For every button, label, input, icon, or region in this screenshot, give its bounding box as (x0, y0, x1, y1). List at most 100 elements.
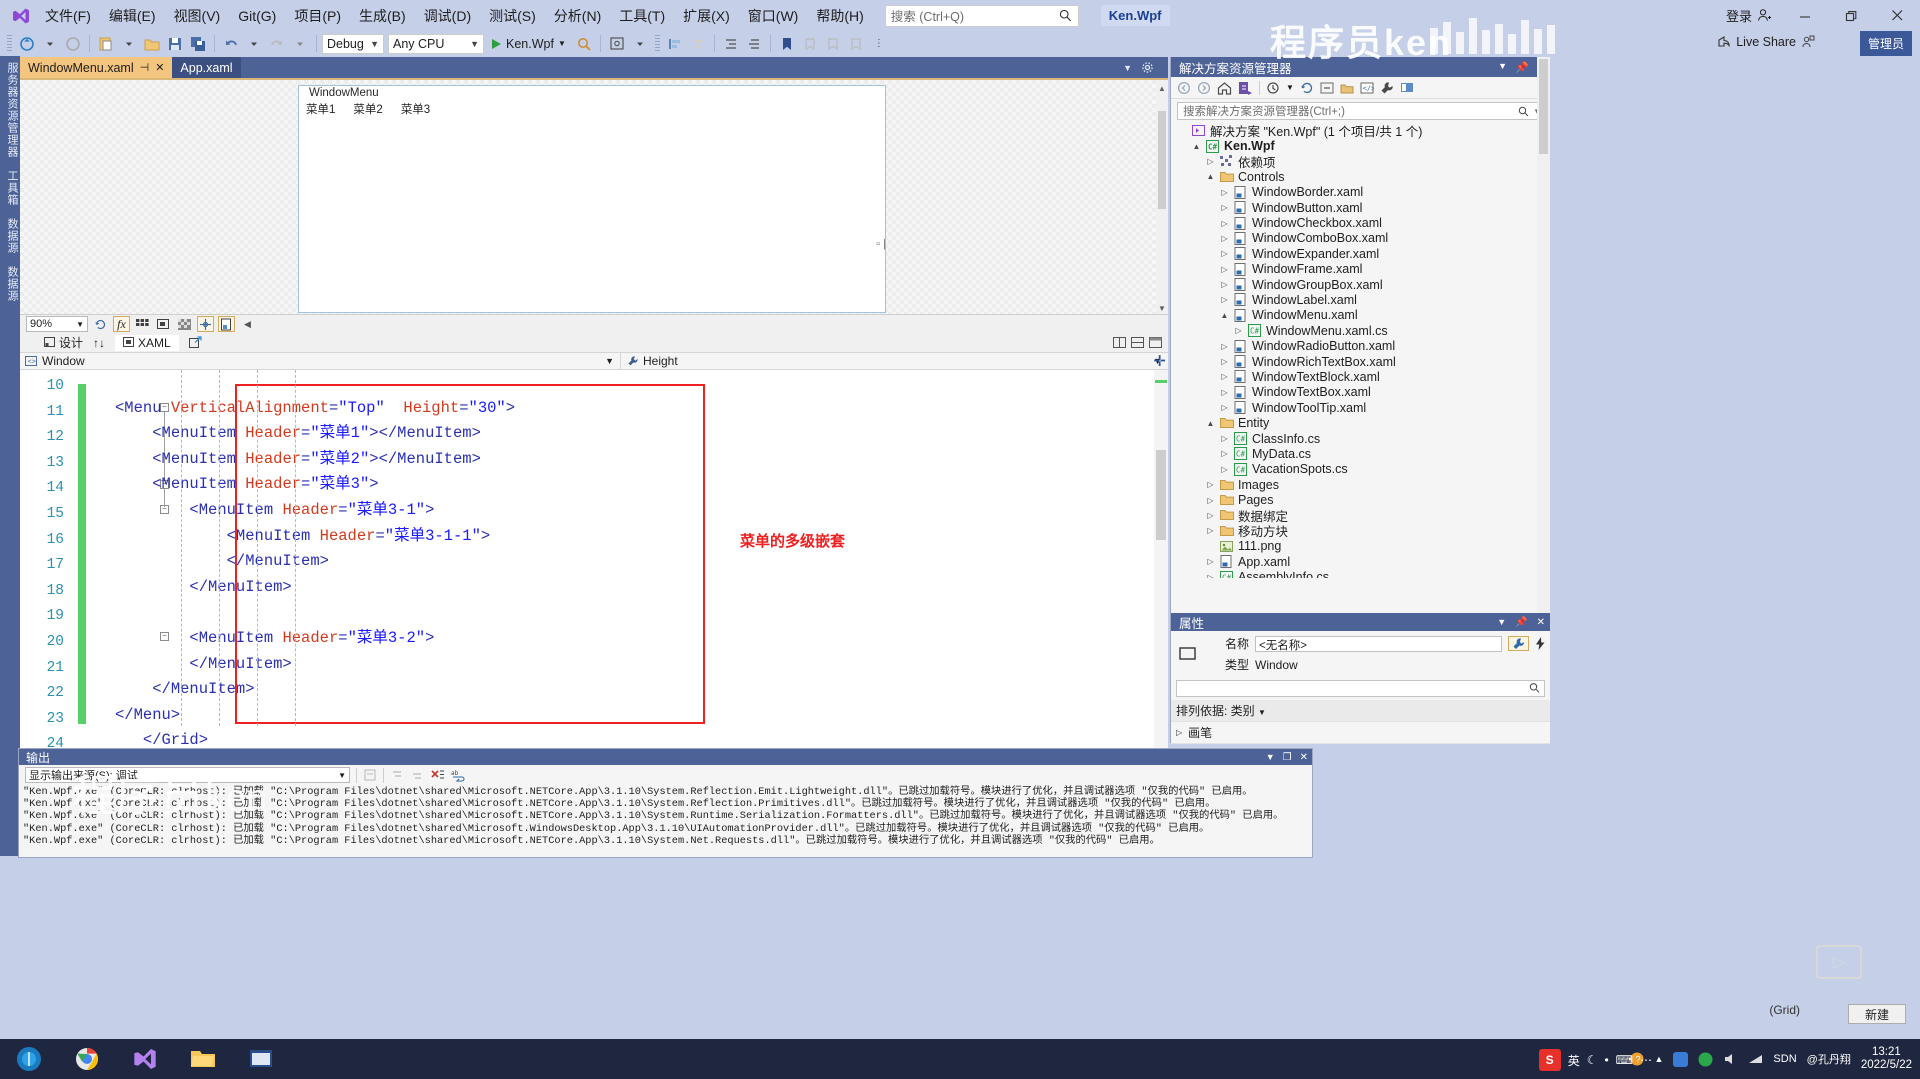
artboard-icon[interactable] (218, 316, 235, 332)
add-split-icon[interactable]: ✛ (1153, 352, 1166, 370)
solution-explorer-search-input[interactable]: 搜索解决方案资源管理器(Ctrl+;) ▼ (1177, 102, 1544, 120)
tab-app-xaml[interactable]: App.xaml (172, 57, 241, 78)
taskbar-chrome-icon[interactable] (58, 1039, 116, 1079)
solution-tree-item[interactable]: ▷ WindowFrame.xaml (1171, 262, 1550, 277)
se-refresh-icon[interactable] (1300, 81, 1314, 95)
solution-explorer-scrollbar[interactable] (1537, 57, 1550, 613)
expand-collapse-icon-open[interactable]: ▲ (1205, 172, 1216, 181)
solution-tree-item[interactable]: ▲ C# Ken.Wpf (1171, 138, 1550, 153)
start-debug-button[interactable]: Ken.Wpf ▼ (485, 33, 572, 54)
expand-collapse-icon[interactable]: ▷ (1219, 203, 1230, 212)
solution-tree-item[interactable]: ▷ App.xaml (1171, 554, 1550, 569)
code-line[interactable] (115, 600, 1168, 626)
expand-collapse-icon[interactable]: ▷ (1219, 388, 1230, 397)
redo-dropdown-icon[interactable] (289, 33, 311, 54)
xaml-designer-surface[interactable]: WindowMenu 菜单1 菜单2 菜单3 ▫ | ▲ ▼ (20, 78, 1168, 314)
gear-icon[interactable] (1141, 61, 1154, 74)
properties-category-brush[interactable]: ▷ 画笔 (1171, 721, 1550, 743)
menu-debug[interactable]: 调试(D) (415, 2, 480, 30)
xaml-code-editor[interactable]: 10 11 12 13 14 15 16 17 18 19 20 21 22 23 24 − − − − <… (20, 370, 1168, 750)
solution-tree-item[interactable]: ▲ Controls (1171, 169, 1550, 184)
expand-collapse-icon[interactable]: ▷ (1219, 357, 1230, 366)
navbar-member-dropdown[interactable]: Height ▼ (620, 352, 1168, 370)
align-left-icon[interactable] (664, 33, 686, 54)
taskbar-app-5-icon[interactable] (232, 1039, 290, 1079)
menu-build[interactable]: 生成(B) (350, 2, 415, 30)
menu-tools[interactable]: 工具(T) (610, 2, 674, 30)
snap-guides-icon[interactable] (197, 316, 214, 332)
solution-tree-item[interactable]: ▷ WindowCheckbox.xaml (1171, 215, 1550, 230)
solution-tree-item[interactable]: ▷ WindowRadioButton.xaml (1171, 338, 1550, 353)
code-line[interactable]: </MenuItem> (115, 575, 1168, 601)
solution-explorer-tree[interactable]: 解决方案 "Ken.Wpf" (1 个项目/共 1 个) ▲ C# Ken.Wpf ▷ 依… (1171, 123, 1550, 578)
design-preview-window[interactable]: WindowMenu 菜单1 菜单2 菜单3 ▫ | (298, 85, 886, 313)
expand-collapse-icon[interactable]: ▷ (1219, 295, 1230, 304)
fold-margin[interactable]: − − − − (90, 370, 169, 750)
restore-button[interactable] (1828, 0, 1874, 31)
swap-panes-button[interactable]: ↑↓ (93, 336, 105, 350)
menu-git[interactable]: Git(G) (229, 4, 285, 28)
indent-icon[interactable] (720, 33, 742, 54)
bookmark-icon[interactable] (776, 33, 798, 54)
solution-tree-item[interactable]: ▷ 依赖项 (1171, 154, 1550, 170)
se-collapse-all-icon[interactable] (1320, 81, 1334, 95)
ime-more-icon[interactable]: ⋯ (1640, 1053, 1652, 1067)
code-text-area[interactable]: <Menu VerticalAlignment="Top" Height="30… (115, 370, 1168, 750)
horizontal-split-icon[interactable] (1131, 336, 1144, 349)
expand-collapse-icon[interactable]: ▷ (1205, 496, 1216, 505)
scroll-up-icon[interactable]: ▲ (1156, 81, 1168, 95)
expand-collapse-icon[interactable]: ▷ (1219, 372, 1230, 381)
tab-design-view[interactable]: 设计 (44, 334, 83, 351)
chevron-down-icon-se2[interactable]: ▼ (1286, 83, 1294, 92)
solution-tree-item[interactable]: 111.png (1171, 539, 1550, 554)
code-line[interactable]: <Menu VerticalAlignment="Top" Height="30… (115, 396, 1168, 422)
collapse-designer-icon[interactable] (1149, 336, 1162, 349)
solution-tree-item[interactable]: ▷ 移动方块 (1171, 523, 1550, 539)
solution-tree-item[interactable]: ▷ WindowToolTip.xaml (1171, 400, 1550, 415)
ime-dot-icon[interactable]: • (1604, 1053, 1608, 1067)
toolbar-grip[interactable] (7, 34, 12, 53)
properties-sort-dropdown[interactable]: 排列依据: 类别 ▼ (1171, 700, 1550, 721)
close-icon-props[interactable]: ✕ (1537, 617, 1545, 628)
navbar-scope-dropdown[interactable]: <> Window ▼ (20, 354, 620, 368)
code-line[interactable]: <MenuItem Header="菜单3-1"> (115, 498, 1168, 524)
expand-collapse-icon[interactable]: ▷ (1219, 265, 1230, 274)
expand-collapse-icon[interactable]: ▷ (1205, 480, 1216, 489)
menu-file[interactable]: 文件(F) (36, 2, 100, 30)
solution-tree-item[interactable]: ▲ Entity (1171, 415, 1550, 430)
outdent-icon[interactable] (743, 33, 765, 54)
snap-to-grid-icon[interactable] (155, 316, 172, 332)
sign-in-button[interactable]: 登录 (1716, 6, 1782, 25)
new-project-icon[interactable] (95, 33, 117, 54)
rail-tab-data-sources[interactable]: 数据源 (0, 212, 20, 260)
expand-collapse-icon[interactable]: ▷ (1219, 465, 1230, 474)
expand-collapse-icon[interactable]: ▷ (1205, 511, 1216, 520)
code-line[interactable]: <MenuItem Header="菜单2"></MenuItem> (115, 447, 1168, 473)
solution-tree-item[interactable]: ▷ WindowLabel.xaml (1171, 292, 1550, 307)
se-properties-icon[interactable] (1380, 81, 1394, 95)
save-icon[interactable] (164, 33, 186, 54)
save-all-icon[interactable] (187, 33, 209, 54)
output-toggle-wordwrap-icon[interactable]: ab (451, 768, 466, 782)
output-go-to-next-icon[interactable] (410, 768, 424, 782)
close-icon[interactable]: ✕ (155, 61, 164, 74)
properties-events-icon[interactable] (1535, 637, 1546, 650)
tray-app-icon-1[interactable] (1673, 1051, 1689, 1067)
properties-wrench-icon[interactable] (1508, 636, 1529, 651)
expand-collapse-icon[interactable]: ▷ (1205, 526, 1216, 535)
solution-tree-item[interactable]: ▷ WindowBorder.xaml (1171, 185, 1550, 200)
menu-edit[interactable]: 编辑(E) (100, 2, 165, 30)
se-scroll-thumb[interactable] (1539, 59, 1548, 154)
menu-test[interactable]: 测试(S) (480, 2, 545, 30)
clear-bookmarks-icon[interactable] (845, 33, 867, 54)
scroll-down-icon[interactable]: ▼ (1156, 301, 1168, 314)
expand-collapse-icon[interactable]: ▷ (1219, 434, 1230, 443)
code-line[interactable]: </Menu> (115, 703, 1168, 729)
solution-tree-item[interactable]: ▷ C# VacationSpots.cs (1171, 462, 1550, 477)
code-line[interactable]: </MenuItem> (115, 677, 1168, 703)
chevron-down-icon-tabs[interactable]: ▼ (1123, 63, 1132, 73)
navigate-forward-icon[interactable] (62, 33, 84, 54)
search-icon-se[interactable] (1518, 106, 1529, 117)
output-go-to-previous-icon[interactable] (390, 768, 404, 782)
design-menu-item-3[interactable]: 菜单3 (401, 101, 430, 117)
